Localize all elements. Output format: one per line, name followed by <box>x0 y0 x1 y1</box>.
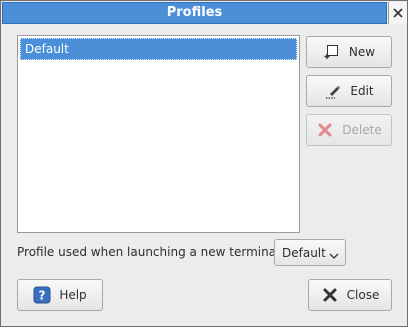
help-question-icon: ? <box>33 286 51 304</box>
edit-button-label: Edit <box>350 84 374 98</box>
chevron-down-icon <box>329 249 339 263</box>
svg-text:?: ? <box>39 289 46 303</box>
window-close-button[interactable] <box>388 2 407 24</box>
delete-profile-button[interactable]: Delete <box>306 114 392 146</box>
title-bar[interactable]: Profiles <box>2 2 387 24</box>
launch-profile-label: Profile used when launching a new termin… <box>17 245 284 259</box>
launch-profile-select[interactable]: Default <box>274 239 346 266</box>
profiles-dialog: Profiles Default New Edit Delete Profile… <box>0 0 408 327</box>
window-title: Profiles <box>166 5 223 20</box>
pen-edit-icon <box>324 82 342 100</box>
profiles-list[interactable]: Default <box>17 35 300 233</box>
close-x-icon <box>321 286 339 304</box>
launch-profile-value: Default <box>282 245 326 260</box>
help-button[interactable]: ? Help <box>17 279 103 311</box>
profile-item-label: Default <box>25 42 69 56</box>
close-button-label: Close <box>346 288 380 302</box>
delete-x-icon <box>316 121 334 139</box>
profile-list-item[interactable]: Default <box>20 38 297 60</box>
new-button-label: New <box>348 45 376 59</box>
close-window-icon <box>393 8 403 18</box>
edit-profile-button[interactable]: Edit <box>306 75 392 107</box>
new-document-icon <box>323 43 341 61</box>
new-profile-button[interactable]: New <box>306 36 392 68</box>
delete-button-label: Delete <box>342 123 382 137</box>
close-button[interactable]: Close <box>308 279 392 311</box>
help-button-label: Help <box>59 288 87 302</box>
